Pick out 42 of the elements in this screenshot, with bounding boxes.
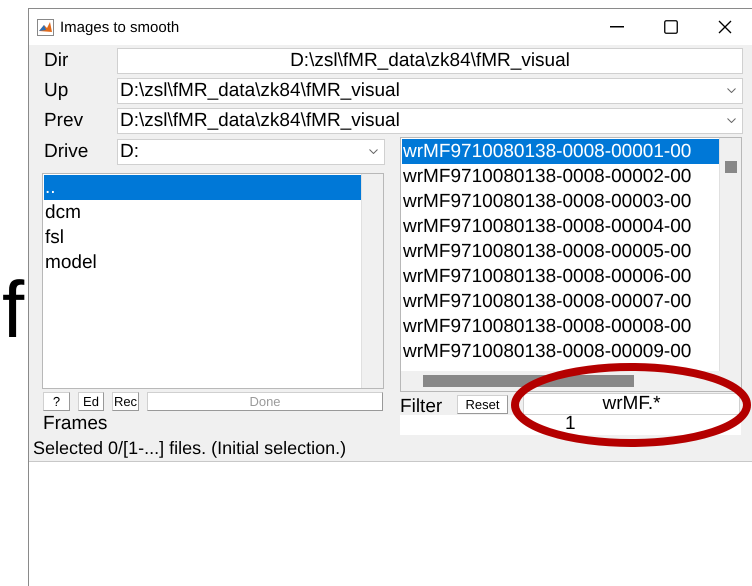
file-item[interactable]: wrMF9710080138-0008-00008-00 <box>402 314 719 339</box>
toolbar-button[interactable]: Ed <box>78 392 104 411</box>
reset-button[interactable]: Reset <box>457 394 508 414</box>
chevron-down-icon <box>727 118 736 123</box>
background-text: f <box>2 270 24 350</box>
file-item[interactable]: wrMF9710080138-0008-00001-00 <box>402 139 719 164</box>
file-item[interactable]: wrMF9710080138-0008-00007-00 <box>402 289 719 314</box>
frames-field[interactable]: 1 <box>400 415 741 435</box>
field-label: Frames <box>43 413 108 435</box>
vertical-scrollbar[interactable] <box>361 174 383 388</box>
field-label: Dir <box>43 50 70 72</box>
status-text: Selected 0/[1-...] files. (Initial selection.) <box>32 437 348 459</box>
minimize-icon[interactable] <box>610 26 624 28</box>
file-item[interactable]: wrMF9710080138-0008-00005-00 <box>402 239 719 264</box>
field-label: Up <box>43 80 70 102</box>
file-item[interactable]: wrMF9710080138-0008-00003-00 <box>402 189 719 214</box>
file-item[interactable]: wrMF9710080138-0008-00006-00 <box>402 264 719 289</box>
file-item[interactable]: wrMF9710080138-0008-00009-00 <box>402 339 719 364</box>
field-label: Filter <box>400 395 444 418</box>
maximize-icon[interactable] <box>664 20 678 34</box>
field-label: Drive <box>43 140 90 162</box>
folder-item[interactable]: model <box>44 250 361 275</box>
scrollbar-thumb[interactable] <box>725 161 737 173</box>
filter-field[interactable]: wrMF.* <box>523 393 740 415</box>
path-dropdown[interactable]: D:\zsl\fMR_data\zk84\fMR_visual <box>117 78 743 104</box>
vertical-scrollbar[interactable] <box>719 138 741 391</box>
path-dropdown[interactable]: D: <box>117 138 385 164</box>
file-item[interactable]: wrMF9710080138-0008-00002-00 <box>402 164 719 189</box>
toolbar-button[interactable]: ? <box>43 392 70 411</box>
path-dropdown[interactable]: D:\zsl\fMR_data\zk84\fMR_visual <box>117 108 743 134</box>
folder-item[interactable]: fsl <box>44 225 361 250</box>
close-icon[interactable] <box>718 20 732 34</box>
chevron-down-icon <box>727 88 736 93</box>
file-item[interactable]: wrMF9710080138-0008-00004-00 <box>402 214 719 239</box>
folder-item[interactable]: .. <box>44 175 361 200</box>
chevron-down-icon <box>369 149 378 154</box>
path-field[interactable]: D:\zsl\fMR_data\zk84\fMR_visual <box>117 48 743 74</box>
folder-item[interactable]: dcm <box>44 200 361 225</box>
app-icon <box>37 18 54 36</box>
window-title: Images to smooth <box>60 18 180 36</box>
toolbar-button[interactable]: Rec <box>112 392 139 411</box>
field-label: Prev <box>43 110 84 132</box>
